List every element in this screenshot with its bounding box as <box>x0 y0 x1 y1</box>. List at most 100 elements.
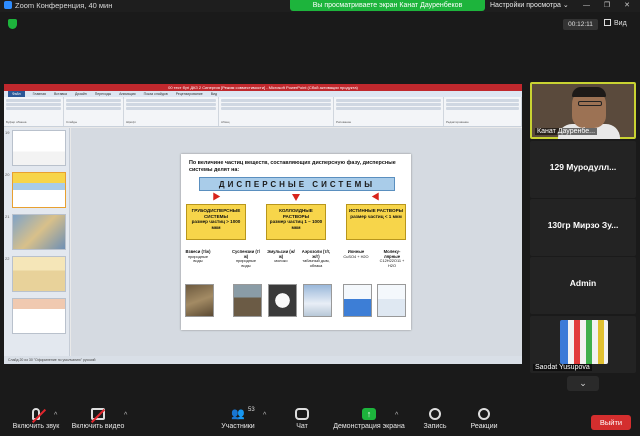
subtype-example: CuSO4 + H2O <box>343 253 369 259</box>
subtype-example: C12H22O11 + H2O <box>379 258 405 268</box>
category-size: размер частиц > 1000 мкм <box>191 219 241 230</box>
participant-tile[interactable]: Admin <box>530 257 636 314</box>
photo-copper-sulfate <box>343 284 372 317</box>
encryption-shield-icon[interactable] <box>8 19 17 29</box>
ribbon-group-label: Слайды <box>66 120 78 124</box>
thumb-number: 19 <box>5 130 10 135</box>
smiley-icon <box>478 408 490 420</box>
category-size: размер частиц < 1 мкм <box>350 213 402 219</box>
ppt-body: 19 20 21 22 По величине частиц веществ, … <box>4 128 522 356</box>
thumb-number: 20 <box>5 172 10 177</box>
reactions-label: Реакции <box>470 423 498 430</box>
participant-hair <box>572 87 606 97</box>
unmute-label: Включить звук <box>12 423 60 430</box>
microphone-muted-icon <box>32 408 40 420</box>
participants-icon: 👥 <box>231 408 245 420</box>
view-label: Вид <box>614 20 627 27</box>
slide-thumbnail[interactable] <box>12 130 66 166</box>
reactions-button[interactable]: Реакции <box>466 408 502 430</box>
view-settings-menu[interactable]: Настройки просмотра ⌄ <box>490 0 569 11</box>
subtype-item: Молеку-лярные C12H22O11 + H2O <box>377 249 407 268</box>
category-name: ИСТИННЫЕ РАСТВОРЫ <box>348 208 404 213</box>
slide-thumbnail-selected[interactable] <box>12 172 66 208</box>
share-screen-label: Демонстрация экрана <box>333 423 405 430</box>
window-controls[interactable]: — ❐ ✕ <box>583 0 636 11</box>
category-box: КОЛЛОИДНЫЕ РАСТВОРЫ размер частиц 1 – 100… <box>266 204 326 240</box>
category-box: ИСТИННЫЕ РАСТВОРЫ размер частиц < 1 мкм <box>346 204 406 240</box>
thumb-number: 22 <box>5 256 10 261</box>
thumb-number: 21 <box>5 214 10 219</box>
grid-icon <box>604 19 611 26</box>
participant-video <box>560 320 608 364</box>
chat-button[interactable]: Чат <box>290 408 314 430</box>
participant-tile-video[interactable]: Канат Дауренбе... <box>530 82 636 139</box>
participant-name: Канат Дауренбе... <box>535 128 598 135</box>
arrow-down-icon <box>292 194 300 201</box>
category-name: КОЛЛОИДНЫЕ РАСТВОРЫ <box>279 208 313 219</box>
participant-name: Saodat Yusupova <box>533 364 592 371</box>
slide-canvas[interactable]: По величине частиц веществ, составляющих… <box>71 128 522 356</box>
ribbon-group: Буфер обмена <box>4 97 64 126</box>
record-icon <box>429 408 441 420</box>
slide-banner: ДИСПЕРСНЫЕ СИСТЕМЫ <box>199 177 395 191</box>
meeting-toolbar: Включить звук ^ Включить видео ^ 👥 Участ… <box>0 404 640 436</box>
photo-suspension <box>185 284 214 317</box>
participants-count: 53 <box>248 407 255 413</box>
subtype-example: природные воды <box>187 253 209 264</box>
share-screen-icon: ↑ <box>362 408 376 420</box>
chat-icon <box>295 408 309 420</box>
share-banner: Вы просматриваете экран Канат Дауренбеко… <box>290 0 485 11</box>
chevron-up-icon[interactable]: ^ <box>263 412 266 419</box>
ppt-status-bar: Слайд 20 из 30 "Оформление по умолчанию"… <box>4 356 522 364</box>
participant-tile[interactable]: 129 Муродулл... <box>530 141 636 198</box>
shared-screen[interactable]: 00 тест бүгі ДКЗ 2 Синергия [Режим совме… <box>4 84 522 364</box>
slide-thumbnail[interactable] <box>12 256 66 292</box>
participants-label: Участники <box>221 423 255 430</box>
subtype-item: Аэрозоли (т/г, ж/г) табачный дым, облака <box>301 249 331 268</box>
photo-milk <box>268 284 297 317</box>
participant-tile[interactable]: 130гр Мирзо Зу... <box>530 199 636 256</box>
subtype-item: Ионные CuSO4 + H2O <box>341 249 371 259</box>
subtype-item: Взвеси (т/ж) природные воды <box>183 249 213 264</box>
ribbon-group: Шрифт <box>124 97 219 126</box>
view-button[interactable]: Вид <box>604 18 627 30</box>
app-title: Zoom Конференция, 40 мин <box>4 1 112 10</box>
zoom-window: Zoom Конференция, 40 мин Вы просматривае… <box>0 0 640 436</box>
ribbon-group: Слайды <box>64 97 124 126</box>
slide-intro-text: По величине частиц веществ, составляющих… <box>189 160 396 173</box>
app-title-text: Zoom Конференция, 40 мин <box>15 1 113 10</box>
photo-sugar-solution <box>377 284 406 317</box>
chevron-up-icon[interactable]: ^ <box>54 412 57 419</box>
start-video-button[interactable]: Включить видео <box>68 408 128 430</box>
photo-river <box>233 284 262 317</box>
participant-tile-video[interactable]: Saodat Yusupova <box>530 316 636 373</box>
chevron-up-icon[interactable]: ^ <box>124 412 127 419</box>
record-button[interactable]: Запись <box>420 408 450 430</box>
ribbon-group-label: Рисование <box>336 120 352 124</box>
ribbon-group: Абзац <box>219 97 334 126</box>
chat-label: Чат <box>296 423 308 430</box>
participant-name: 130гр Мирзо Зу... <box>547 220 619 230</box>
participant-name: Admin <box>569 278 597 288</box>
subtype-example: природные воды <box>235 258 257 268</box>
ribbon-group-label: Редактирование <box>446 120 469 124</box>
leave-button[interactable]: Выйти <box>591 415 631 430</box>
arrow-down-icon <box>371 192 383 203</box>
photo-clouds <box>303 284 332 317</box>
ppt-title-bar: 00 тест бүгі ДКЗ 2 Синергия [Режим совме… <box>4 84 522 91</box>
slide-thumbnail[interactable] <box>12 298 66 334</box>
chevron-up-icon[interactable]: ^ <box>395 412 398 419</box>
chevron-down-icon[interactable]: ⌄ <box>567 376 599 391</box>
ribbon-group-label: Абзац <box>221 120 230 124</box>
subtype-example: табачный дым, облака <box>302 258 330 268</box>
ribbon-group: Рисование <box>334 97 444 126</box>
slide-thumbnail-panel[interactable]: 19 20 21 22 <box>4 128 70 356</box>
slide: По величине частиц веществ, составляющих… <box>181 154 411 330</box>
slide-thumbnail[interactable] <box>12 214 66 250</box>
record-label: Запись <box>423 423 447 430</box>
subtype-item: Эмульсии (ж/ж) молоко <box>266 249 296 264</box>
ribbon-group-label: Шрифт <box>126 120 136 124</box>
camera-off-icon <box>91 408 105 420</box>
ppt-ribbon: Буфер обмена Слайды Шрифт Абзац Рисовани… <box>4 97 522 127</box>
category-size: размер частиц 1 – 1000 мкм <box>269 219 323 230</box>
